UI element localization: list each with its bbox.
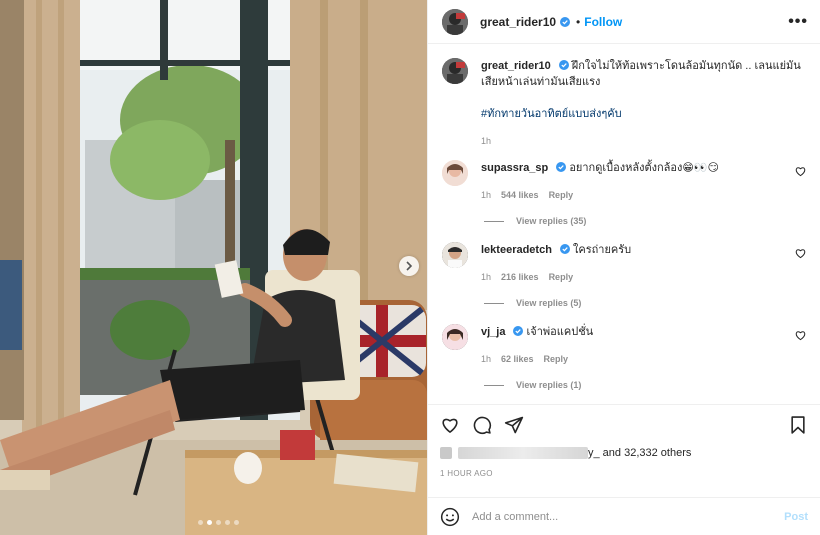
comments-list: great_rider10 ฝึกใจไม่ให้ท้อเพราะโดนล้อม…: [428, 44, 820, 404]
view-replies-label: View replies (35): [516, 216, 587, 226]
verified-badge-icon: [513, 326, 524, 336]
like-heart-icon[interactable]: [440, 415, 460, 435]
comment-text: อยากดูเบื้องหลังตั้งกล้อง😁👀😏: [569, 162, 719, 174]
view-replies-button[interactable]: View replies (35): [484, 216, 806, 226]
add-comment-bar: Post: [428, 497, 820, 535]
carousel-dot: [216, 520, 221, 525]
post-photo[interactable]: [0, 0, 427, 535]
avatar-image: [442, 242, 468, 268]
replies-divider: [484, 220, 504, 222]
commenter-username[interactable]: lekteeradetch: [481, 244, 552, 256]
caption-author-avatar[interactable]: [442, 58, 468, 84]
post-header: great_rider10 • Follow •••: [428, 0, 820, 44]
comment-time: 1h: [481, 190, 492, 200]
like-comment-icon[interactable]: [795, 330, 806, 341]
bookmark-icon[interactable]: [788, 415, 808, 435]
emoji-icon[interactable]: [440, 507, 460, 527]
photo-scene: [0, 0, 427, 535]
next-photo-button[interactable]: [399, 256, 419, 276]
comment-input[interactable]: [472, 510, 785, 523]
reply-button[interactable]: Reply: [544, 354, 569, 364]
verified-badge-icon: [558, 60, 569, 70]
caption-author[interactable]: great_rider10: [481, 60, 551, 72]
replies-divider: [484, 384, 504, 386]
comment-likes[interactable]: 544 likes: [501, 190, 539, 200]
separator-bullet: •: [576, 14, 581, 29]
reply-button[interactable]: Reply: [549, 190, 574, 200]
view-replies-label: View replies (1): [516, 380, 582, 390]
caption-hashtag[interactable]: #ทักทายวันอาทิตย์แบบส่งๆคับ: [481, 104, 806, 122]
view-replies-label: View replies (5): [516, 298, 582, 308]
likes-text: y_ and 32,332 others: [588, 447, 692, 459]
avatar-image: [442, 58, 468, 84]
verified-badge-icon: [559, 244, 570, 254]
carousel-dot: [234, 520, 239, 525]
verified-badge-icon: [560, 16, 571, 27]
follow-button[interactable]: Follow: [584, 15, 622, 29]
comment-likes[interactable]: 216 likes: [501, 272, 539, 282]
liker-name-blurred: [458, 447, 588, 459]
comment-likes[interactable]: 62 likes: [501, 354, 534, 364]
caption-time: 1h: [481, 136, 492, 146]
comment-item: vj_ja เจ้าพ่อแคปชั่น 1h 62 likes Reply: [442, 324, 806, 364]
post-timestamp: 1 HOUR AGO: [440, 469, 493, 478]
comment-bubble-icon[interactable]: [472, 415, 492, 435]
comment-text: เจ้าพ่อแคปชั่น: [526, 326, 594, 338]
likes-summary[interactable]: y_ and 32,332 others: [440, 447, 808, 459]
chevron-right-icon: [406, 261, 413, 271]
commenter-avatar[interactable]: [442, 324, 468, 350]
comment-item: lekteeradetch ใครถ่ายครับ 1h 216 likes R…: [442, 242, 806, 282]
commenter-avatar[interactable]: [442, 242, 468, 268]
avatar-image: [442, 8, 468, 35]
carousel-dot: [225, 520, 230, 525]
avatar-image: [442, 160, 468, 186]
view-replies-button[interactable]: View replies (1): [484, 380, 806, 390]
comment-item: supassra_sp อยากดูเบื้องหลังตั้งกล้อง😁👀😏…: [442, 160, 806, 200]
replies-divider: [484, 302, 504, 304]
post-actions: y_ and 32,332 others 1 HOUR AGO: [428, 404, 820, 478]
more-options-icon[interactable]: •••: [788, 13, 808, 31]
carousel-dot: [198, 520, 203, 525]
comment-time: 1h: [481, 354, 492, 364]
verified-badge-icon: [556, 162, 567, 172]
share-send-icon[interactable]: [504, 415, 524, 435]
like-comment-icon[interactable]: [795, 248, 806, 259]
caption-row: great_rider10 ฝึกใจไม่ให้ท้อเพราะโดนล้อม…: [442, 58, 806, 146]
carousel-dot: [207, 520, 212, 525]
comment-text: ใครถ่ายครับ: [573, 244, 632, 256]
author-avatar[interactable]: [442, 8, 468, 35]
reply-button[interactable]: Reply: [549, 272, 574, 282]
liker-avatar-blurred: [440, 447, 452, 459]
commenter-username[interactable]: supassra_sp: [481, 162, 548, 174]
like-comment-icon[interactable]: [795, 166, 806, 177]
author-username[interactable]: great_rider10: [480, 15, 556, 29]
post-side-panel: great_rider10 • Follow ••• great_rider10…: [427, 0, 820, 535]
view-replies-button[interactable]: View replies (5): [484, 298, 806, 308]
carousel-dots: [198, 520, 239, 525]
post-comment-button[interactable]: Post: [784, 511, 808, 523]
commenter-username[interactable]: vj_ja: [481, 326, 505, 338]
avatar-image: [442, 324, 468, 350]
comment-time: 1h: [481, 272, 492, 282]
commenter-avatar[interactable]: [442, 160, 468, 186]
